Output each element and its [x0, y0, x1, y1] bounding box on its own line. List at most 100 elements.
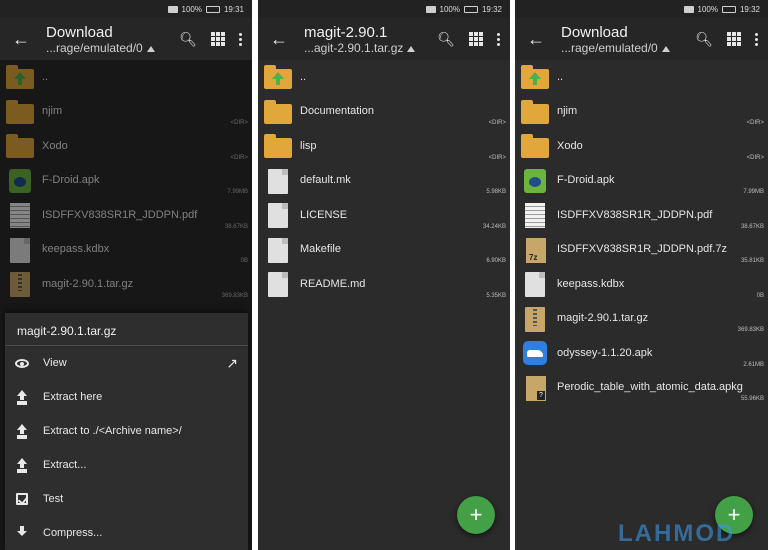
file-meta: 369.83KB [221, 292, 248, 299]
menu-item-test[interactable]: Test [5, 482, 248, 516]
search-icon[interactable]: 🔍︎ [437, 31, 455, 48]
file-name: lisp [300, 139, 317, 152]
file-meta: 0B [240, 258, 248, 264]
file-name: Xodo [42, 139, 68, 152]
download-icon [15, 526, 29, 540]
menu-label: View [43, 357, 67, 369]
menu-item-extract-to[interactable]: Extract to ./<Archive name>/ [5, 414, 248, 448]
file-list: .. njim <DIR> Xodo <DIR> F-Droid.apk 7.99MB… [515, 60, 768, 405]
file-list: .. Documentation <DIR> lisp <DIR> default.… [258, 60, 510, 302]
list-item-parent[interactable]: .. [515, 60, 768, 95]
file-meta: <DIR> [488, 154, 506, 161]
grid-view-icon[interactable] [727, 32, 741, 46]
list-item[interactable]: njim <DIR> [515, 95, 768, 130]
menu-label: Extract here [43, 391, 103, 403]
list-item[interactable]: Documentation <DIR> [258, 95, 510, 130]
menu-item-view[interactable]: View ↗ [5, 346, 248, 380]
list-item[interactable]: F-Droid.apk 7.99MB [0, 164, 252, 199]
path-subtitle: ...rage/emulated/0 [561, 41, 695, 55]
list-item[interactable]: magit-2.90.1.tar.gz 369.83KB [0, 267, 252, 302]
app-bar: ← Download ...rage/emulated/0 🔍︎ [0, 18, 252, 60]
menu-item-extract[interactable]: Extract... [5, 448, 248, 482]
folder-title: Download [46, 23, 113, 41]
battery-percent: 100% [697, 4, 718, 14]
list-item[interactable]: lisp <DIR> [258, 129, 510, 164]
battery-percent: 100% [181, 4, 202, 14]
folder-icon [521, 133, 549, 159]
checkbox-icon [15, 492, 29, 506]
path-selector[interactable]: Download ...rage/emulated/0 [42, 24, 179, 55]
folder-icon [6, 99, 34, 125]
menu-item-compress[interactable]: Compress... [5, 516, 248, 550]
menu-label: Extract... [43, 459, 87, 471]
screen-middle: 100% 19:32 ← magit-2.90.1 ...agit-2.90.1… [258, 0, 510, 550]
grid-view-icon[interactable] [469, 32, 483, 46]
file-icon [264, 168, 292, 194]
back-arrow-icon[interactable]: ← [258, 29, 300, 50]
list-item[interactable]: ISDFFXV838SR1R_JDDPN.pdf 38.67KB [515, 198, 768, 233]
file-icon [264, 271, 292, 298]
file-name: Perodic_table_with_atomic_data.apkg [557, 381, 743, 394]
path-subtitle: ...rage/emulated/0 [46, 41, 179, 55]
list-item[interactable]: odyssey-1.1.20.apk 2.61MB [515, 336, 768, 371]
more-options-icon[interactable] [239, 32, 242, 46]
file-meta: 6.90KB [486, 258, 506, 264]
list-item[interactable]: F-Droid.apk 7.99MB [515, 164, 768, 199]
file-name: keepass.kdbx [557, 277, 625, 290]
file-name: ISDFFXV838SR1R_JDDPN.pdf [42, 208, 198, 221]
7z-archive-icon [521, 237, 549, 263]
list-item[interactable]: keepass.kdbx 0B [0, 233, 252, 268]
back-arrow-icon[interactable]: ← [515, 29, 557, 50]
list-item[interactable]: Xodo <DIR> [515, 129, 768, 164]
more-options-icon[interactable] [755, 32, 758, 46]
path-subtitle: ...agit-2.90.1.tar.gz [304, 41, 437, 55]
pdf-thumbnail-icon [6, 202, 34, 229]
file-meta: 55.96KB [740, 396, 764, 402]
file-meta: 5.98KB [486, 189, 506, 195]
menu-label: Extract to ./<Archive name>/ [43, 425, 182, 437]
file-meta: <DIR> [746, 120, 764, 126]
list-item[interactable]: magit-2.90.1.tar.gz 369.83KB [515, 302, 768, 337]
path-selector[interactable]: magit-2.90.1 ...agit-2.90.1.tar.gz [300, 24, 437, 55]
folder-icon [264, 133, 292, 159]
list-item[interactable]: default.mk 5.98KB [258, 164, 510, 199]
file-meta: <DIR> [230, 120, 248, 126]
path-text: ...agit-2.90.1.tar.gz [304, 40, 404, 55]
grid-view-icon[interactable] [211, 32, 225, 46]
file-name: .. [42, 70, 49, 83]
pdf-thumbnail-icon [521, 202, 549, 229]
parent-folder-icon [6, 64, 34, 90]
list-item[interactable]: keepass.kdbx 0B [515, 267, 768, 302]
menu-item-extract-here[interactable]: Extract here [5, 380, 248, 414]
list-item[interactable]: njim <DIR> [0, 95, 252, 130]
path-selector[interactable]: Download ...rage/emulated/0 [557, 24, 695, 55]
signal-icon [167, 5, 178, 13]
list-item-parent[interactable]: .. [0, 60, 252, 95]
open-external-icon[interactable]: ↗ [226, 355, 238, 372]
battery-percent: 100% [439, 4, 460, 14]
add-fab-button[interactable]: + [457, 496, 495, 534]
status-bar: 100% 19:31 [0, 0, 252, 18]
list-item[interactable]: ISDFFXV838SR1R_JDDPN.pdf 38.67KB [0, 198, 252, 233]
file-meta: 34.24KB [482, 223, 506, 230]
more-options-icon[interactable] [497, 32, 500, 46]
search-icon[interactable]: 🔍︎ [179, 31, 197, 48]
upload-icon [15, 458, 29, 472]
list-item[interactable]: ISDFFXV838SR1R_JDDPN.pdf.7z 35.81KB [515, 233, 768, 268]
file-name: ISDFFXV838SR1R_JDDPN.pdf [557, 208, 713, 221]
list-item[interactable]: Xodo <DIR> [0, 129, 252, 164]
file-name: magit-2.90.1.tar.gz [42, 277, 134, 290]
path-text: ...rage/emulated/0 [46, 40, 143, 55]
file-name: keepass.kdbx [42, 243, 110, 256]
search-icon[interactable]: 🔍︎ [695, 31, 713, 48]
list-item[interactable]: Perodic_table_with_atomic_data.apkg 55.96… [515, 371, 768, 406]
back-arrow-icon[interactable]: ← [0, 29, 42, 50]
dropdown-triangle-icon [661, 45, 670, 52]
list-item-parent[interactable]: .. [258, 60, 510, 95]
list-item[interactable]: LICENSE 34.24KB [258, 198, 510, 233]
list-item[interactable]: README.md 5.35KB [258, 267, 510, 302]
file-name: njim [557, 105, 578, 118]
folder-icon [6, 133, 34, 159]
list-item[interactable]: Makefile 6.90KB [258, 233, 510, 268]
file-name: Makefile [300, 243, 341, 256]
